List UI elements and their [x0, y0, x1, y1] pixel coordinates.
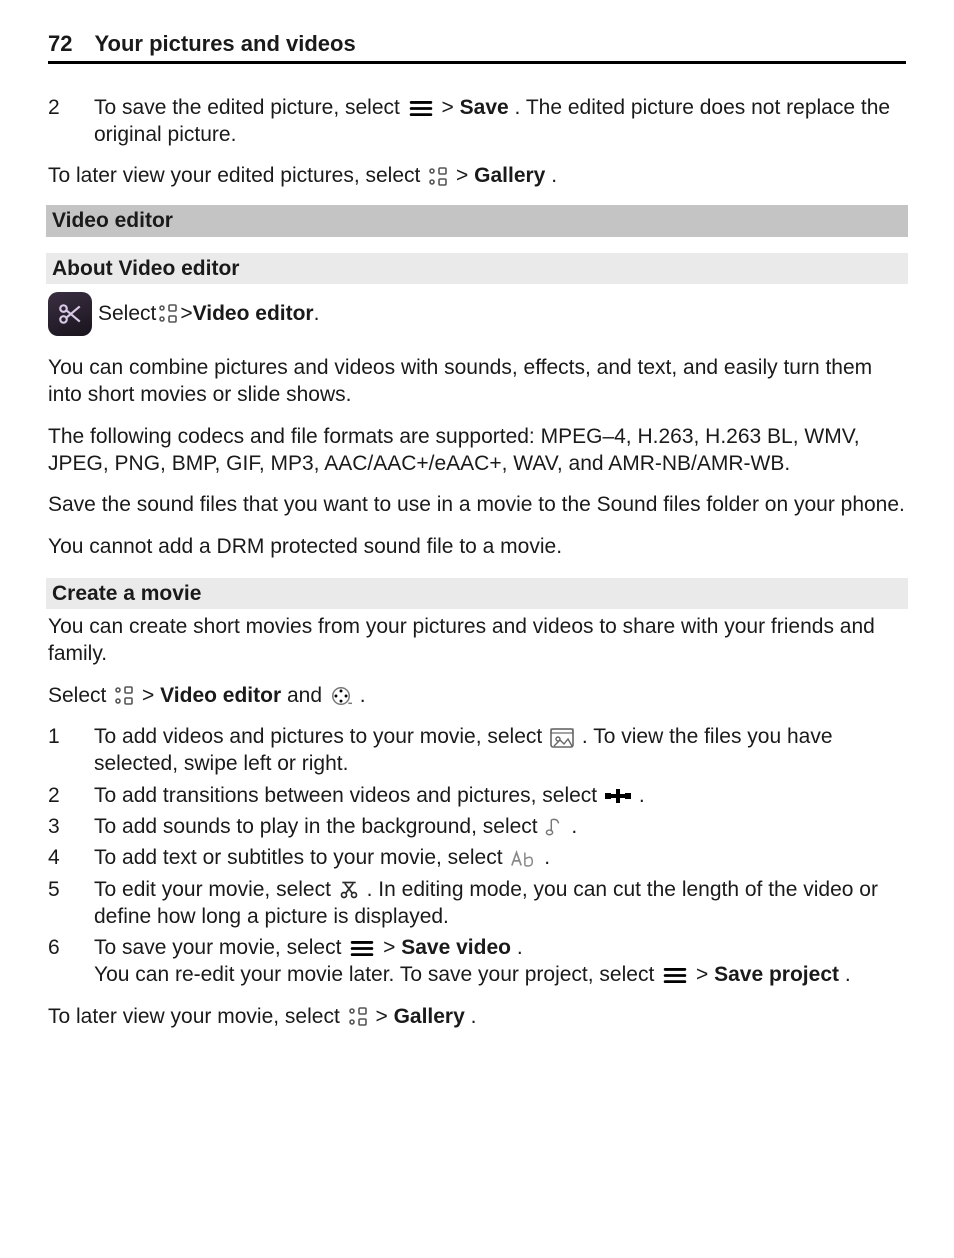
about-p4: You cannot add a DRM protected sound fil… [48, 533, 906, 560]
menu-icon [349, 941, 375, 956]
text: > [442, 96, 460, 119]
text: and [287, 684, 328, 707]
step-6: 6 To save your movie, select > Save vide… [48, 934, 906, 989]
text: Select [48, 684, 112, 707]
save-label: Save [460, 96, 509, 119]
page-number: 72 [48, 30, 72, 59]
step-number: 2 [48, 782, 94, 809]
edit-scissors-icon [339, 880, 359, 900]
save-video-label: Save video [401, 936, 511, 959]
film-reel-icon [330, 685, 352, 707]
step-text: To add text or subtitles to your movie, … [94, 844, 906, 871]
text: > [142, 684, 160, 707]
text: > [375, 1005, 393, 1028]
page-title: Your pictures and videos [94, 30, 355, 59]
step-text: To add videos and pictures to your movie… [94, 723, 906, 778]
step-text: To add transitions between videos and pi… [94, 782, 906, 809]
text: > [180, 300, 192, 327]
step-4: 4 To add text or subtitles to your movie… [48, 844, 906, 871]
text: To save your movie, select [94, 936, 347, 959]
save-project-label: Save project [714, 963, 839, 986]
video-editor-app-icon [48, 292, 92, 336]
text: . [517, 936, 523, 959]
text: > [383, 936, 401, 959]
step-number: 6 [48, 934, 94, 989]
text: . [544, 846, 550, 869]
text: To add transitions between videos and pi… [94, 784, 603, 807]
text: To add videos and pictures to your movie… [94, 725, 548, 748]
step-5: 5 To edit your movie, select . In editin… [48, 876, 906, 931]
text: To add text or subtitles to your movie, … [94, 846, 508, 869]
apps-grid-icon [158, 304, 178, 324]
step-number: 1 [48, 723, 94, 778]
step-save-picture: 2 To save the edited picture, select > S… [48, 94, 906, 149]
section-subheader-create-movie: Create a movie [46, 578, 908, 609]
music-note-icon [545, 816, 563, 838]
menu-icon [408, 101, 434, 116]
text: . [845, 963, 851, 986]
step-3: 3 To add sounds to play in the backgroun… [48, 813, 906, 840]
step-number: 5 [48, 876, 94, 931]
about-p3: Save the sound files that you want to us… [48, 491, 906, 518]
text: . [471, 1005, 477, 1028]
text: Select [98, 300, 156, 327]
apps-grid-icon [348, 1007, 368, 1027]
step-number: 3 [48, 813, 94, 840]
later-view-text: To later view your edited pictures, sele… [48, 162, 906, 189]
video-editor-label: Video editor [193, 300, 314, 327]
text: To later view your edited pictures, sele… [48, 164, 426, 187]
video-editor-label: Video editor [160, 684, 281, 707]
step-number: 2 [48, 94, 94, 149]
step-2: 2 To add transitions between videos and … [48, 782, 906, 809]
section-subheader-about: About Video editor [46, 253, 908, 284]
step-text: To save the edited picture, select > Sav… [94, 94, 906, 149]
picture-icon [550, 728, 574, 748]
menu-icon [662, 968, 688, 983]
text: . [551, 164, 557, 187]
gallery-label: Gallery [394, 1005, 465, 1028]
text: > [696, 963, 714, 986]
create-intro: You can create short movies from your pi… [48, 613, 906, 668]
text: You can re-edit your movie later. To sav… [94, 963, 660, 986]
gallery-label: Gallery [474, 164, 545, 187]
step-1: 1 To add videos and pictures to your mov… [48, 723, 906, 778]
text: To later view your movie, select [48, 1005, 346, 1028]
text: To save the edited picture, select [94, 96, 406, 119]
about-p2: The following codecs and file formats ar… [48, 423, 906, 478]
apps-grid-icon [428, 167, 448, 187]
text: > [456, 164, 474, 187]
step-text: To add sounds to play in the background,… [94, 813, 906, 840]
intro-line: Select > Video editor . [48, 292, 906, 336]
apps-grid-icon [114, 686, 134, 706]
page-header: 72 Your pictures and videos [48, 30, 906, 64]
about-p1: You can combine pictures and videos with… [48, 354, 906, 409]
later-view-movie: To later view your movie, select > Galle… [48, 1003, 906, 1030]
text: . [639, 784, 645, 807]
create-nav: Select > Video editor and . [48, 682, 906, 709]
step-text: To edit your movie, select . In editing … [94, 876, 906, 931]
text: To edit your movie, select [94, 878, 337, 901]
step-number: 4 [48, 844, 94, 871]
text: . [314, 300, 320, 327]
section-header-video-editor: Video editor [46, 205, 908, 236]
text: . [571, 815, 577, 838]
text-ab-icon [510, 850, 536, 868]
text: To add sounds to play in the background,… [94, 815, 543, 838]
text: . [360, 684, 366, 707]
transition-plus-icon [605, 787, 631, 805]
step-text: To save your movie, select > Save video … [94, 934, 906, 989]
